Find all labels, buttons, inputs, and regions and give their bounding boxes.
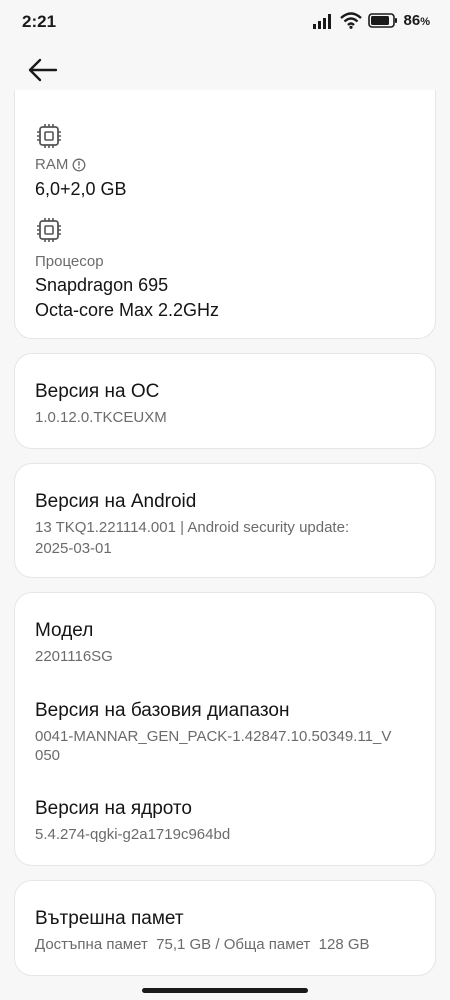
cellular-signal-icon: [312, 13, 331, 29]
baseband-value-cont: 050: [35, 747, 61, 764]
info-icon[interactable]: [72, 158, 86, 172]
device-info-card: Модел 2201116SG Версия на базовия диапаз…: [14, 592, 436, 866]
ram-value: 6,0+2,0 GB: [35, 179, 127, 199]
arrow-left-icon: [28, 58, 58, 82]
android-version-value: 13 TKQ1.221114.001 | Android security up…: [35, 519, 350, 536]
home-gesture-bar[interactable]: [142, 988, 308, 993]
processor-chip-icon: [37, 218, 61, 242]
ram-label-row: RAM: [35, 156, 86, 173]
back-button[interactable]: [24, 52, 64, 88]
cpu-details: Octa-core Max 2.2GHz: [35, 300, 220, 320]
baseband-title: Версия на базовия диапазон: [35, 700, 290, 721]
android-version-card[interactable]: Версия на Android 13 TKQ1.221114.001 | A…: [14, 463, 436, 578]
kernel-title: Версия на ядрото: [35, 798, 192, 819]
storage-title: Вътрешна памет: [35, 908, 184, 929]
storage-card[interactable]: Вътрешна памет Достъпна памет 75,1 GB / …: [14, 880, 436, 976]
cpu-label: Процесор: [35, 253, 104, 270]
os-version-title: Версия на ОС: [35, 381, 160, 402]
status-bar: 2:21 86%: [0, 0, 450, 44]
status-icons: 86%: [312, 12, 430, 29]
battery-icon: [367, 13, 397, 28]
model-value: 2201116SG: [35, 648, 113, 665]
hardware-card: RAM 6,0+2,0 GB Процесор Snapdragon 695 O…: [14, 90, 436, 339]
kernel-value: 5.4.274-qgki-g2a1719c964bd: [35, 826, 231, 843]
storage-value: Достъпна памет 75,1 GB / Обща памет 128 …: [35, 936, 370, 953]
model-title: Модел: [35, 620, 94, 641]
battery-percentage: 86%: [403, 12, 430, 29]
ram-label: RAM: [35, 156, 69, 173]
cpu-model: Snapdragon 695: [35, 275, 169, 295]
android-version-title: Версия на Android: [35, 491, 197, 512]
os-version-value: 1.0.12.0.TKCEUXM: [35, 409, 167, 426]
memory-chip-icon: [37, 124, 61, 148]
android-security-date: 2025-03-01: [35, 540, 112, 557]
wifi-icon: [339, 12, 362, 29]
os-version-card[interactable]: Версия на ОС 1.0.12.0.TKCEUXM: [14, 353, 436, 449]
status-time: 2:21: [22, 12, 57, 31]
baseband-value: 0041-MANNAR_GEN_PACK-1.42847.10.50349.11…: [35, 728, 392, 745]
